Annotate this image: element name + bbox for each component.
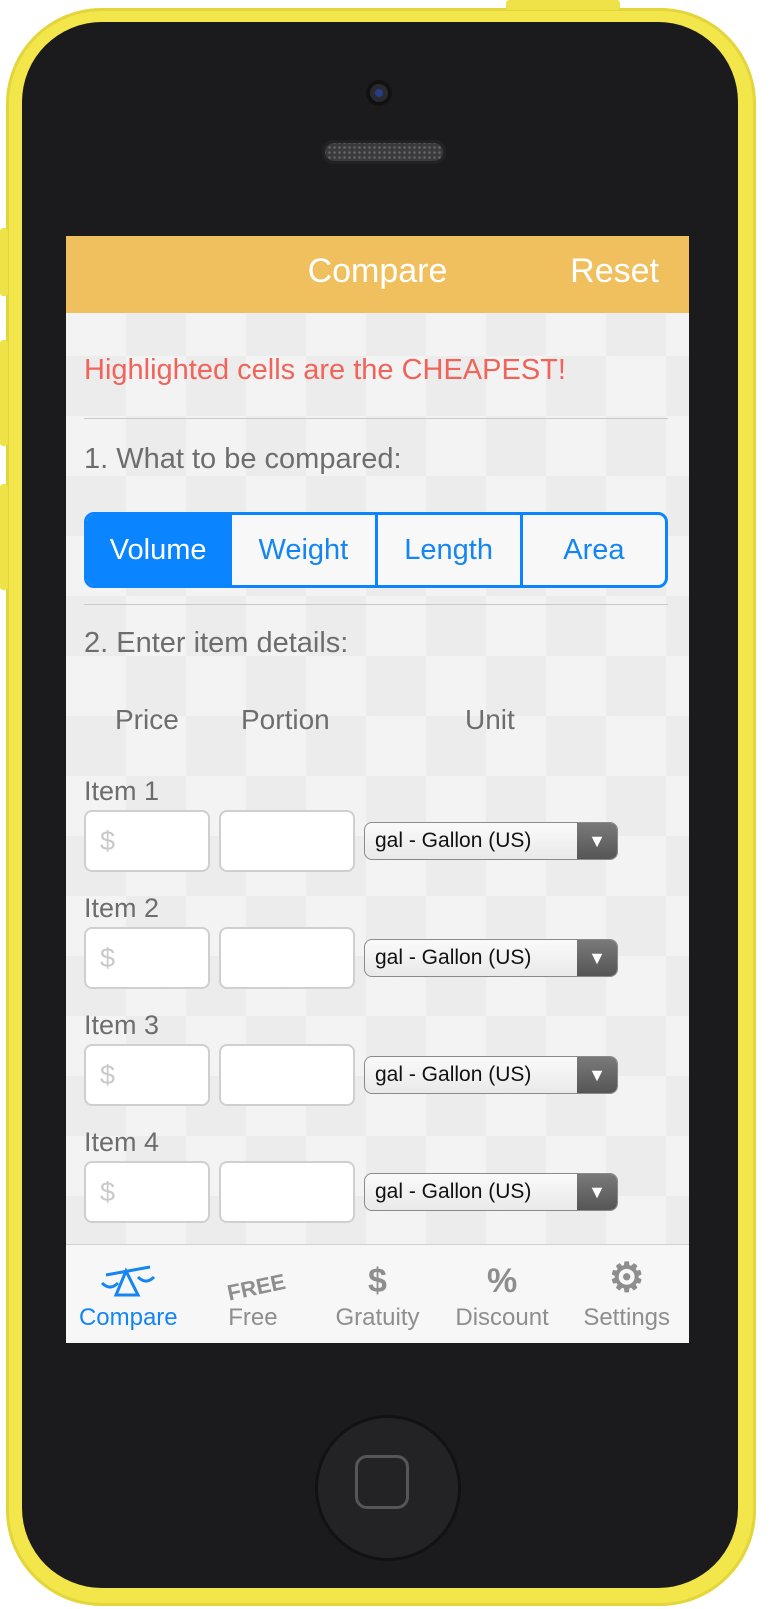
section-what-to-compare: 1. What to be compared: (84, 443, 402, 475)
unit-select[interactable]: gal - Gallon (US) ▼ (364, 822, 618, 860)
dropdown-arrow-icon: ▼ (577, 940, 617, 976)
dropdown-arrow-icon: ▼ (577, 1057, 617, 1093)
segment-length[interactable]: Length (374, 515, 520, 585)
power-button (506, 0, 620, 10)
column-header-portion: Portion (241, 704, 330, 735)
unit-select[interactable]: gal - Gallon (US) ▼ (364, 939, 618, 977)
price-input[interactable]: $ (84, 810, 210, 872)
price-input[interactable]: $ (84, 1161, 210, 1223)
segment-area[interactable]: Area (519, 515, 665, 585)
tab-settings[interactable]: ⚙ Settings (564, 1245, 689, 1343)
tab-label: Settings (583, 1304, 671, 1331)
volume-up-button (0, 340, 8, 446)
segment-volume[interactable]: Volume (87, 515, 230, 585)
dropdown-arrow-icon: ▼ (577, 823, 617, 859)
earpiece-speaker (322, 140, 446, 164)
price-input[interactable]: $ (84, 927, 210, 989)
unit-select-value: gal - Gallon (US) (375, 829, 532, 852)
navigation-bar: Compare Reset (66, 236, 689, 313)
home-button-square-icon (355, 1455, 409, 1509)
mute-switch (0, 228, 8, 296)
column-header-price: Price (115, 704, 179, 735)
scale-icon (66, 1245, 191, 1301)
portion-input[interactable] (219, 927, 355, 989)
tab-bar: Compare FREE Free $ Gratuity % Discount … (66, 1244, 689, 1343)
dropdown-arrow-icon: ▼ (577, 1174, 617, 1210)
divider (84, 604, 668, 605)
volume-down-button (0, 484, 8, 590)
column-header-unit: Unit (465, 704, 515, 735)
cheapest-notice: Highlighted cells are the CHEAPEST! (84, 354, 566, 386)
unit-select[interactable]: gal - Gallon (US) ▼ (364, 1173, 618, 1211)
reset-button[interactable]: Reset (570, 252, 659, 291)
front-camera (366, 80, 392, 106)
tab-label: Gratuity (335, 1304, 420, 1331)
section-item-details: 2. Enter item details: (84, 627, 349, 659)
unit-select-value: gal - Gallon (US) (375, 1180, 532, 1203)
comparison-type-segmented-control: Volume Weight Length Area (84, 512, 668, 588)
item-label: Item 4 (84, 1127, 160, 1157)
segment-weight[interactable]: Weight (229, 515, 374, 585)
item-label: Item 2 (84, 893, 160, 923)
unit-select[interactable]: gal - Gallon (US) ▼ (364, 1056, 618, 1094)
gear-icon: ⚙ (608, 1256, 645, 1300)
tab-compare[interactable]: Compare (66, 1245, 191, 1343)
tab-label: Discount (455, 1304, 549, 1331)
price-input[interactable]: $ (84, 1044, 210, 1106)
free-stamp-icon: FREE (224, 1268, 288, 1306)
item-label: Item 1 (84, 776, 160, 806)
unit-select-value: gal - Gallon (US) (375, 1063, 532, 1086)
app-screen: Compare Reset Highlighted cells are the … (66, 236, 689, 1343)
portion-input[interactable] (219, 1161, 355, 1223)
unit-select-value: gal - Gallon (US) (375, 946, 532, 969)
portion-input[interactable] (219, 1044, 355, 1106)
dollar-icon: $ (368, 1262, 387, 1300)
portion-input[interactable] (219, 810, 355, 872)
percent-icon: % (486, 1262, 518, 1300)
tab-label: Compare (78, 1304, 178, 1331)
tab-free[interactable]: FREE Free (191, 1245, 316, 1343)
item-label: Item 3 (84, 1010, 160, 1040)
divider (84, 418, 668, 419)
tab-discount[interactable]: % Discount (440, 1245, 565, 1343)
tab-gratuity[interactable]: $ Gratuity (315, 1245, 440, 1343)
